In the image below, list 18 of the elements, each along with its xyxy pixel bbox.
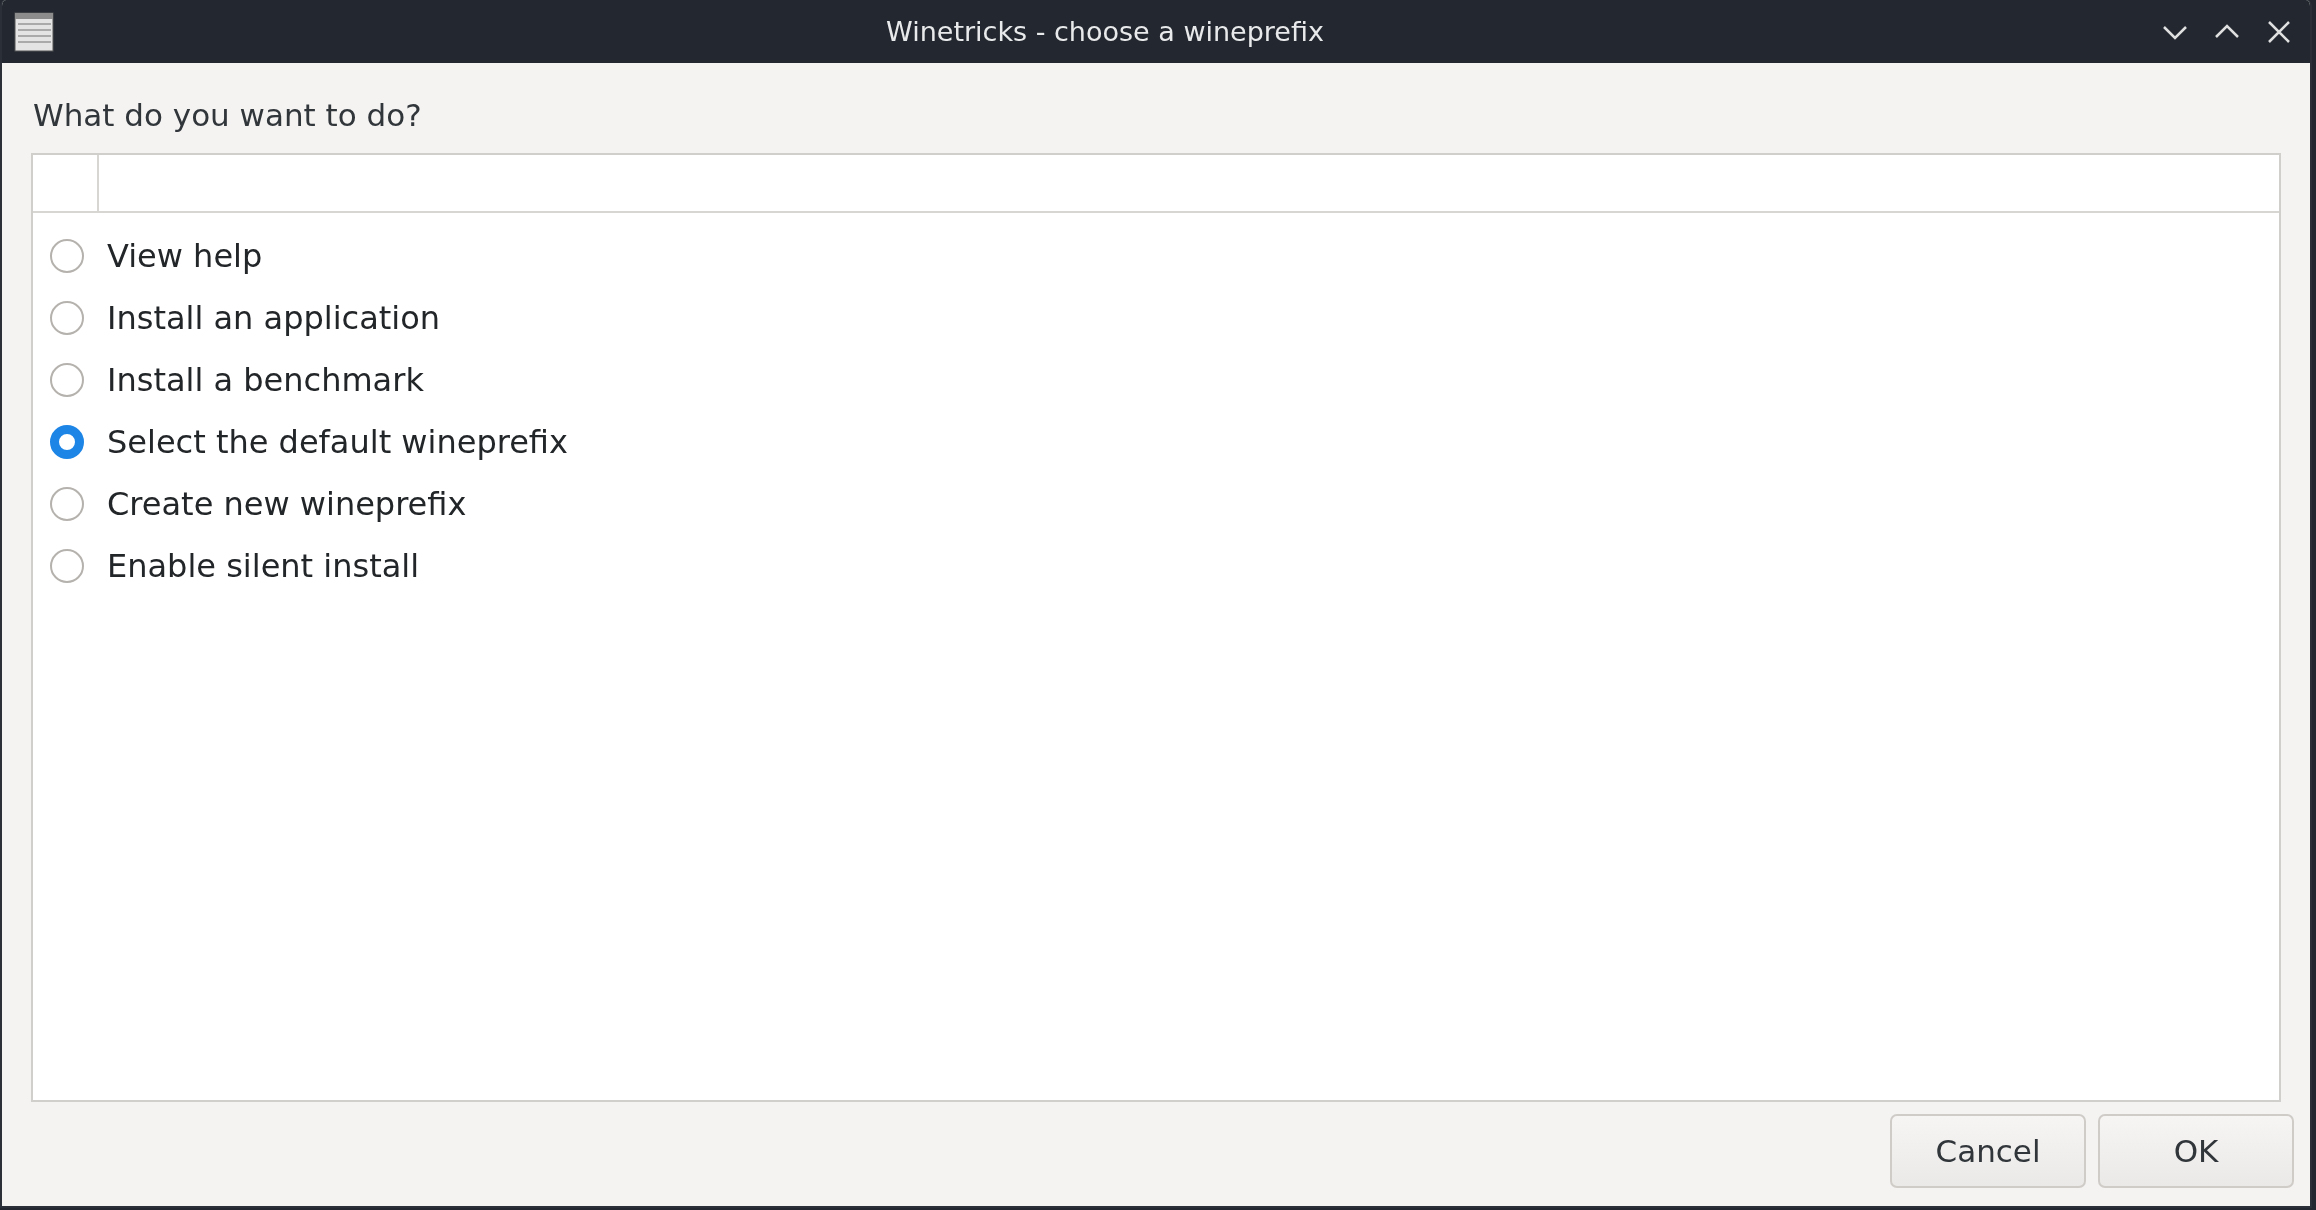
option-label[interactable]: Install an application <box>107 299 441 337</box>
radio-button[interactable] <box>50 487 84 521</box>
app-menu-icon[interactable] <box>14 11 54 52</box>
option-label[interactable]: View help <box>107 237 263 275</box>
cancel-button[interactable]: Cancel <box>1890 1114 2086 1188</box>
option-label[interactable]: Select the default wineprefix <box>107 423 568 461</box>
option-label[interactable]: Install a benchmark <box>107 361 424 399</box>
radio-button[interactable] <box>50 363 84 397</box>
option-label[interactable]: Enable silent install <box>107 547 420 585</box>
option-label[interactable]: Create new wineprefix <box>107 485 467 523</box>
radio-button[interactable] <box>50 239 84 273</box>
ok-button[interactable]: OK <box>2098 1114 2294 1188</box>
radio-button[interactable] <box>50 549 84 583</box>
prompt-label: What do you want to do? <box>33 97 422 133</box>
radio-button[interactable] <box>50 425 84 459</box>
window-title: Winetricks - choose a wineprefix <box>885 16 1325 47</box>
radio-button[interactable] <box>50 301 84 335</box>
close-icon <box>2266 18 2292 45</box>
